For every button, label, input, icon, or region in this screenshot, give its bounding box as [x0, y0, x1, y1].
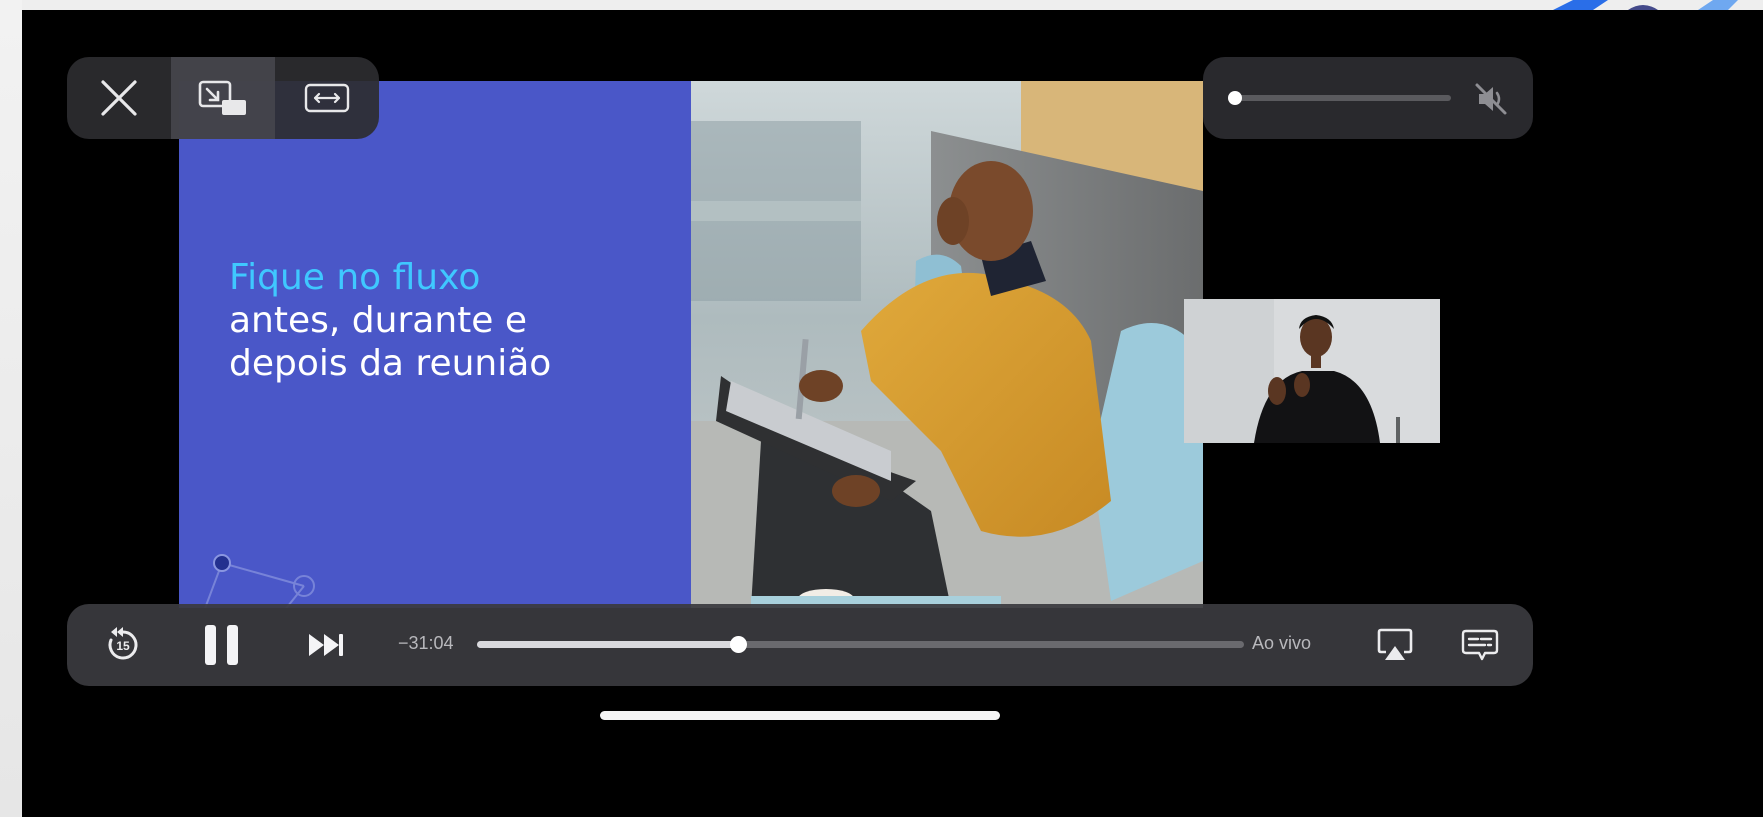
- home-indicator[interactable]: [600, 711, 1000, 720]
- time-remaining: −31:04: [398, 633, 454, 653]
- sign-language-interpreter-video: [1184, 299, 1440, 443]
- progress-fill: [477, 641, 738, 648]
- slide-text-panel: Fique no fluxo antes, durante e depois d…: [179, 81, 691, 608]
- progress-scrubber[interactable]: [477, 636, 1244, 653]
- aspect-fill-icon: [304, 83, 350, 113]
- live-label: Ao vivo: [1252, 633, 1312, 653]
- background-margin: [0, 0, 22, 817]
- slide-title-line: depois da reunião: [229, 343, 552, 384]
- close-icon: [101, 80, 137, 116]
- pause-icon: [205, 625, 238, 665]
- subtitles-icon: [1461, 629, 1499, 661]
- skip-forward-button[interactable]: [297, 604, 357, 686]
- slide-photo: [691, 81, 1203, 608]
- pause-button[interactable]: [192, 604, 252, 686]
- slide-title: Fique no fluxo antes, durante e depois d…: [229, 256, 649, 385]
- video-player: Fique no fluxo antes, durante e depois d…: [22, 10, 1763, 817]
- close-button[interactable]: [67, 57, 171, 139]
- volume-slider[interactable]: [1231, 95, 1451, 101]
- aspect-fill-button[interactable]: [275, 57, 379, 139]
- speaker-muted-icon[interactable]: [1471, 79, 1511, 119]
- skip-back-15-icon: 15: [108, 627, 138, 660]
- volume-control: [1203, 57, 1533, 139]
- presentation-slide: Fique no fluxo antes, durante e depois d…: [179, 81, 1203, 608]
- picture-in-picture-button[interactable]: [171, 57, 275, 139]
- background-strip: [0, 0, 1763, 10]
- airplay-button[interactable]: [1367, 604, 1423, 686]
- volume-slider-knob[interactable]: [1228, 91, 1242, 105]
- fast-forward-icon: [309, 634, 343, 656]
- skip-back-seconds: 15: [116, 639, 130, 653]
- slide-title-line: antes, durante e: [229, 300, 527, 341]
- network-graphic-icon: [204, 554, 315, 608]
- decorative-logo-fragment: [1553, 0, 1738, 10]
- slide-title-highlight: Fique no fluxo: [229, 257, 481, 298]
- skip-back-button[interactable]: 15: [93, 604, 153, 686]
- airplay-icon: [1377, 628, 1413, 660]
- playback-controls: 15 −31:04 Ao vivo: [67, 604, 1533, 686]
- picture-in-picture-icon: [198, 80, 246, 115]
- progress-knob[interactable]: [729, 636, 747, 653]
- top-left-controls: [67, 57, 379, 139]
- subtitles-button[interactable]: [1452, 604, 1508, 686]
